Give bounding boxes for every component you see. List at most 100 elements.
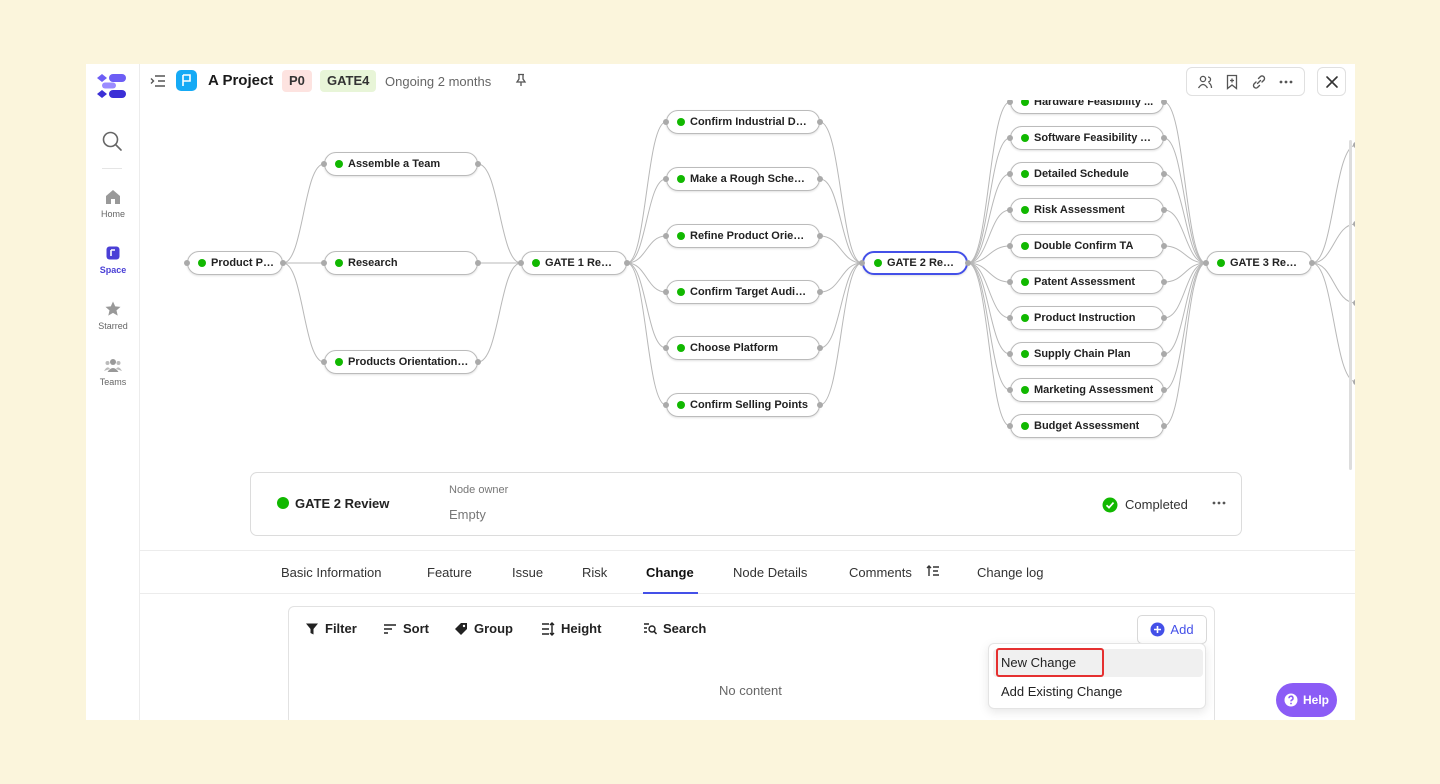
home-icon <box>106 190 120 204</box>
priority-tag[interactable]: P0 <box>282 70 312 92</box>
bookmark-icon[interactable] <box>1224 74 1240 90</box>
mind-map-link <box>477 262 522 363</box>
status-dot <box>335 358 343 366</box>
mind-map-node[interactable]: Supply Chain Plan <box>1010 342 1164 366</box>
tab-risk[interactable]: Risk <box>582 565 607 580</box>
mind-map-node[interactable]: Assemble a Team <box>324 152 478 176</box>
mind-map-node[interactable]: Patent Assessment <box>1010 270 1164 294</box>
tab-comments[interactable]: Comments <box>849 565 912 580</box>
status-dot <box>677 232 685 240</box>
status-dot <box>677 175 685 183</box>
node-label: Choose Platform <box>690 342 779 354</box>
mind-map-node[interactable]: Products Orientation P... <box>324 350 478 374</box>
status-dot <box>532 259 540 267</box>
link-icon[interactable] <box>1251 74 1267 90</box>
mind-map-link <box>819 262 863 406</box>
search-button[interactable]: Search <box>643 621 706 636</box>
mind-map-link <box>1163 101 1207 264</box>
sort-order-icon[interactable] <box>926 564 940 581</box>
add-button[interactable]: Add <box>1137 615 1207 644</box>
mind-map-node[interactable]: Product Instruction <box>1010 306 1164 330</box>
plus-circle-icon <box>1150 622 1165 637</box>
rail-item-space[interactable]: Space <box>86 244 140 275</box>
mind-map-node[interactable]: Hardware Feasibility ... <box>1010 100 1164 114</box>
mind-map-node[interactable]: Confirm Industrial Des... <box>666 110 820 134</box>
node-connector <box>1007 387 1013 393</box>
node-connector <box>280 260 286 266</box>
members-icon[interactable] <box>1197 74 1213 90</box>
mind-map-node[interactable]: Confirm Selling Points <box>666 393 820 417</box>
filter-button[interactable]: Filter <box>305 621 357 636</box>
mind-map-link <box>1163 262 1207 355</box>
sort-button[interactable]: Sort <box>383 621 429 636</box>
status-dot <box>1021 314 1029 322</box>
mind-map-node[interactable]: Double Confirm TA <box>1010 234 1164 258</box>
node-status[interactable]: Completed <box>1125 497 1188 512</box>
mind-map-node[interactable]: Confirm Target Audien... <box>666 280 820 304</box>
app-logo-icon[interactable] <box>96 74 128 105</box>
mind-map-node[interactable]: GATE 1 Review <box>521 251 627 275</box>
mind-map-link <box>626 121 667 264</box>
node-label: Make a Rough Schedule <box>690 173 811 185</box>
tab-feature[interactable]: Feature <box>427 565 472 580</box>
collapse-sidebar-icon[interactable] <box>150 74 166 93</box>
help-icon <box>1284 693 1298 707</box>
mind-map-node[interactable]: GATE 3 Review <box>1206 251 1312 275</box>
node-connector <box>1161 243 1167 249</box>
node-connector <box>1309 260 1315 266</box>
mind-map-node[interactable]: Risk Assessment <box>1010 198 1164 222</box>
node-label: Budget Assessment <box>1034 420 1140 432</box>
node-label: Product Plan <box>211 257 274 269</box>
close-button[interactable] <box>1317 67 1346 96</box>
gate-tag[interactable]: GATE4 <box>320 70 377 92</box>
rail-item-teams[interactable]: Teams <box>86 356 140 387</box>
help-button[interactable]: Help <box>1276 683 1337 717</box>
mind-map-node[interactable]: Budget Assessment <box>1010 414 1164 438</box>
node-connector <box>663 176 669 182</box>
mind-map-link <box>967 101 1011 264</box>
group-button[interactable]: Group <box>454 621 513 636</box>
height-button[interactable]: Height <box>541 621 601 636</box>
node-connector <box>817 289 823 295</box>
node-owner-field[interactable]: Empty <box>449 507 486 522</box>
tab-change[interactable]: Change <box>646 565 694 580</box>
project-duration: Ongoing 2 months <box>385 74 492 89</box>
node-connector <box>1161 315 1167 321</box>
menu-item-add-existing-change[interactable]: Add Existing Change <box>993 678 1203 706</box>
mind-map-node[interactable]: Refine Product Orienta... <box>666 224 820 248</box>
mind-map-node[interactable]: GATE 2 Review <box>862 251 968 275</box>
tab-basic-information[interactable]: Basic Information <box>281 565 381 580</box>
tab-change-log[interactable]: Change log <box>977 565 1044 580</box>
node-connector <box>1007 423 1013 429</box>
tab-issue[interactable]: Issue <box>512 565 543 580</box>
node-connector <box>321 359 327 365</box>
mind-map-canvas[interactable]: Product Plan Assemble a Team Research Produ… <box>140 100 1355 500</box>
tab-node-details[interactable]: Node Details <box>733 565 807 580</box>
mind-map-node[interactable]: Software Feasibility A... <box>1010 126 1164 150</box>
mind-map-node[interactable]: Make a Rough Schedule <box>666 167 820 191</box>
node-connector <box>663 289 669 295</box>
status-dot <box>677 344 685 352</box>
node-label: Confirm Selling Points <box>690 399 808 411</box>
rail-item-starred[interactable]: Starred <box>86 300 140 331</box>
mind-map-node[interactable]: Research <box>324 251 478 275</box>
rail-item-home[interactable]: Home <box>86 188 140 219</box>
node-connector <box>1161 423 1167 429</box>
mind-map-node[interactable]: Product Plan <box>187 251 283 275</box>
mind-map-node[interactable]: Marketing Assessment <box>1010 378 1164 402</box>
mind-map-node[interactable]: Choose Platform <box>666 336 820 360</box>
node-label: Double Confirm TA <box>1034 240 1134 252</box>
mind-map-link <box>477 163 522 264</box>
search-icon[interactable] <box>101 130 123 157</box>
node-connector <box>1353 142 1355 148</box>
check-circle-icon <box>1102 497 1118 518</box>
mind-map-link <box>819 235 863 264</box>
pin-icon[interactable] <box>514 73 528 92</box>
node-connector <box>1161 171 1167 177</box>
mind-map-node[interactable]: Detailed Schedule <box>1010 162 1164 186</box>
more-icon[interactable] <box>1278 74 1294 90</box>
node-status-dot <box>277 497 289 509</box>
vertical-scrollbar[interactable] <box>1349 140 1352 470</box>
node-connector <box>475 161 481 167</box>
node-more-icon[interactable] <box>1211 495 1227 516</box>
